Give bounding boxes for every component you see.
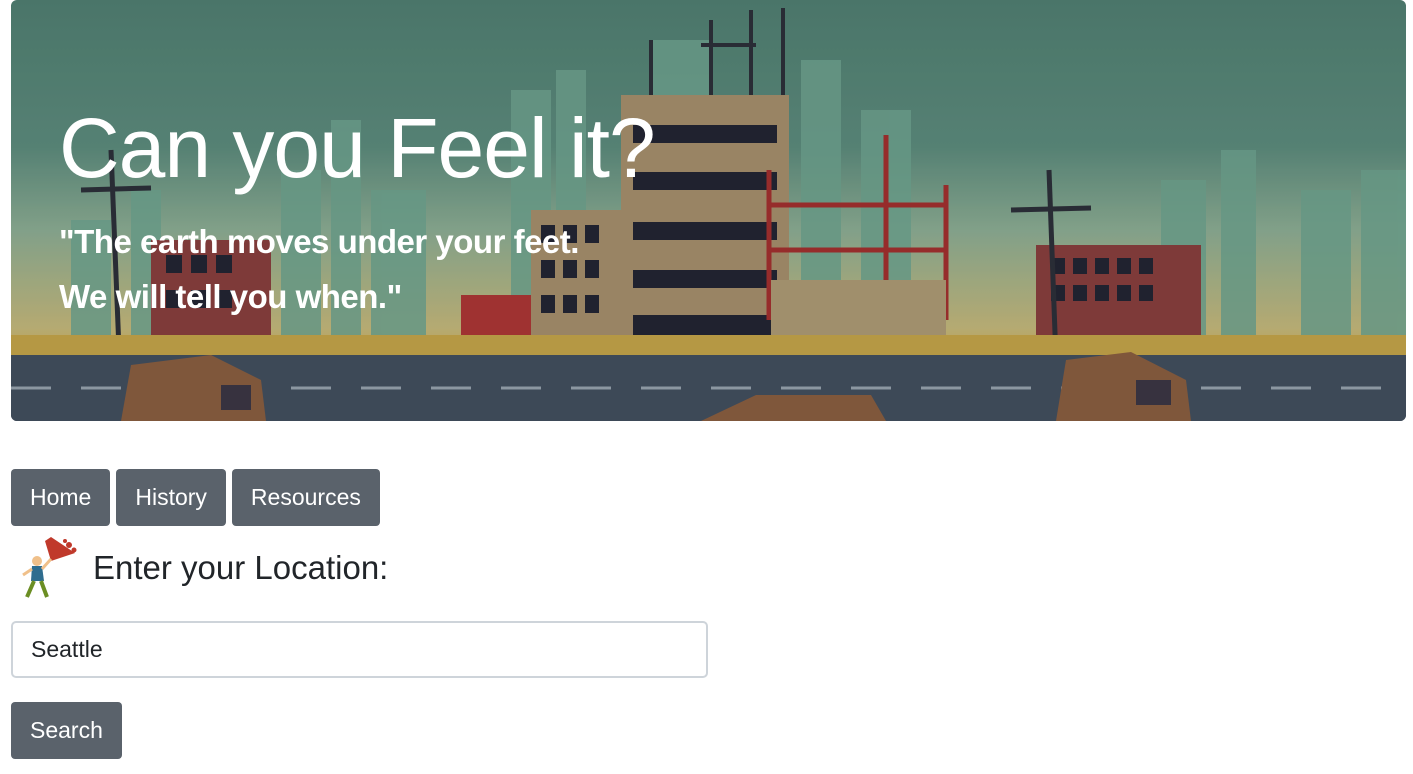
search-button[interactable]: Search [11, 702, 122, 759]
hero-tagline-line-1: "The earth moves under your feet. [59, 223, 579, 260]
hero-banner: Can you Feel it? "The earth moves under … [11, 0, 1406, 421]
nav-history-button[interactable]: History [116, 469, 226, 526]
nav-resources-button[interactable]: Resources [231, 469, 380, 526]
hero-earthquake-city-illustration [11, 0, 1406, 421]
hero-tagline: "The earth moves under your feet. We wil… [59, 214, 579, 324]
location-header: Enter your Location: [11, 533, 388, 603]
hero-tagline-line-2: We will tell you when." [59, 278, 402, 315]
location-label: Enter your Location: [93, 549, 389, 586]
location-input[interactable] [11, 621, 708, 678]
main-nav: Home History Resources [11, 469, 380, 526]
nav-home-button[interactable]: Home [11, 469, 111, 526]
hero-title: Can you Feel it? [59, 101, 656, 195]
falling-debris-person-icon [22, 537, 77, 598]
